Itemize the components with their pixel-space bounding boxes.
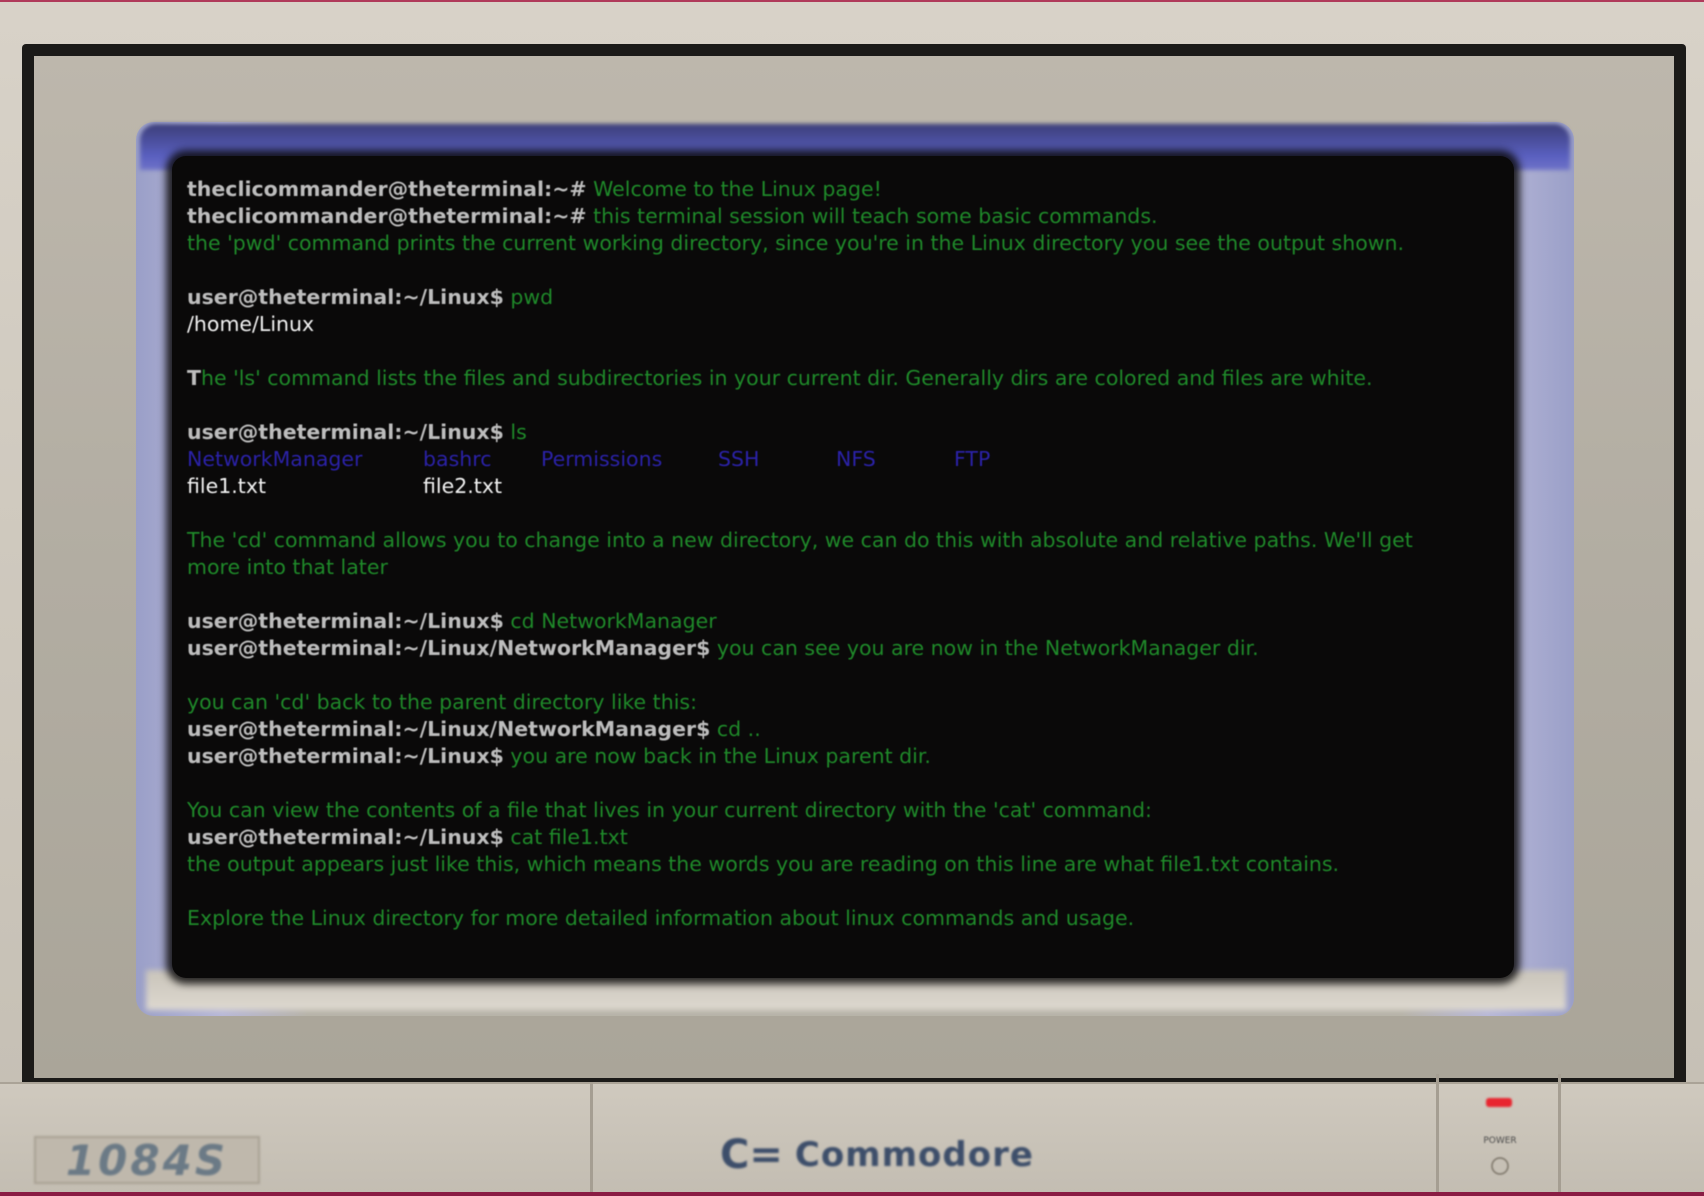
line-text: Welcome to the Linux page!: [586, 177, 882, 201]
shell-prompt: user@theterminal:~/Linux$: [187, 744, 504, 768]
line-text: The 'cd' command allows you to change in…: [187, 528, 1413, 552]
command-output: /home/Linux: [187, 312, 315, 336]
file-entry-file1: file1.txt: [187, 474, 266, 498]
line-text: you can see you are now in the NetworkMa…: [710, 636, 1259, 660]
file-entry-file2: file2.txt: [423, 474, 502, 498]
terminal-line: user@theterminal:~/Linux$ ls: [187, 419, 1507, 446]
power-led-icon: [1486, 1098, 1512, 1107]
highlight-char: T: [187, 366, 201, 390]
line-text: the output appears just like this, which…: [187, 852, 1340, 876]
terminal-line: you can 'cd' back to the parent director…: [187, 689, 1507, 716]
terminal-output: theclicommander@theterminal:~# Welcome t…: [187, 176, 1507, 932]
terminal-line: theclicommander@theterminal:~# Welcome t…: [187, 176, 1507, 203]
terminal-line: theclicommander@theterminal:~# this term…: [187, 203, 1507, 230]
terminal-line: the 'pwd' command prints the current wor…: [187, 230, 1507, 257]
power-button[interactable]: [1491, 1157, 1509, 1175]
commodore-logo-icon: C=: [720, 1132, 783, 1178]
power-panel: POWER: [1440, 1076, 1558, 1188]
terminal-line: more into that later: [187, 554, 1507, 581]
terminal-line: user@theterminal:~/Linux$ cat file1.txt: [187, 824, 1507, 851]
ls-file-row: file1.txt file2.txt: [187, 473, 1507, 500]
base-divider: [1436, 1074, 1439, 1192]
dir-entry-nfs: NFS: [836, 447, 876, 471]
command-text: pwd: [503, 285, 554, 309]
command-text: cat file1.txt: [503, 825, 628, 849]
power-label: POWER: [1483, 1136, 1517, 1146]
command-text: ls: [503, 420, 527, 444]
terminal-screen[interactable]: theclicommander@theterminal:~# Welcome t…: [172, 156, 1514, 978]
terminal-line: user@theterminal:~/Linux$ pwd: [187, 284, 1507, 311]
shell-prompt: theclicommander@theterminal:~#: [187, 177, 587, 201]
terminal-line: user@theterminal:~/Linux/NetworkManager$…: [187, 716, 1507, 743]
brand-name: Commodore: [794, 1135, 1034, 1175]
base-divider: [590, 1082, 593, 1192]
shell-prompt: theclicommander@theterminal:~#: [187, 204, 587, 228]
dir-entry-ssh: SSH: [718, 447, 760, 471]
shell-prompt: user@theterminal:~/Linux/NetworkManager$: [187, 717, 711, 741]
terminal-line: user@theterminal:~/Linux$ cd NetworkMana…: [187, 608, 1507, 635]
brand-logo: C= Commodore: [720, 1130, 1034, 1180]
terminal-line: The 'ls' command lists the files and sub…: [187, 365, 1507, 392]
line-text: more into that later: [187, 555, 388, 579]
ls-dir-row: NetworkManager bashrc Permissions SSH NF…: [187, 446, 1507, 473]
terminal-line: Explore the Linux directory for more det…: [187, 905, 1507, 932]
line-text: Explore the Linux directory for more det…: [187, 906, 1135, 930]
terminal-line: user@theterminal:~/Linux$ you are now ba…: [187, 743, 1507, 770]
terminal-line: the output appears just like this, which…: [187, 851, 1507, 878]
line-text: he 'ls' command lists the files and subd…: [200, 366, 1373, 390]
shell-prompt: user@theterminal:~/Linux/NetworkManager$: [187, 636, 711, 660]
terminal-line: user@theterminal:~/Linux/NetworkManager$…: [187, 635, 1507, 662]
model-badge: 1084S: [34, 1136, 260, 1185]
shell-prompt: user@theterminal:~/Linux$: [187, 609, 504, 633]
line-text: you are now back in the Linux parent dir…: [503, 744, 931, 768]
dir-entry-bashrc: bashrc: [423, 447, 492, 471]
terminal-line: You can view the contents of a file that…: [187, 797, 1507, 824]
line-text: the 'pwd' command prints the current wor…: [187, 231, 1405, 255]
line-text: this terminal session will teach some ba…: [586, 204, 1158, 228]
command-text: cd ..: [710, 717, 761, 741]
terminal-line: The 'cd' command allows you to change in…: [187, 527, 1507, 554]
dir-entry-permissions: Permissions: [541, 447, 663, 471]
dir-entry-networkmanager: NetworkManager: [187, 447, 363, 471]
dir-entry-ftp: FTP: [954, 447, 991, 471]
line-text: you can 'cd' back to the parent director…: [187, 690, 697, 714]
shell-prompt: user@theterminal:~/Linux$: [187, 285, 504, 309]
base-divider: [1558, 1074, 1561, 1192]
bottom-edge-line: [0, 1192, 1704, 1196]
shell-prompt: user@theterminal:~/Linux$: [187, 420, 504, 444]
line-text: You can view the contents of a file that…: [187, 798, 1152, 822]
shell-prompt: user@theterminal:~/Linux$: [187, 825, 504, 849]
command-text: cd NetworkManager: [503, 609, 717, 633]
terminal-line: /home/Linux: [187, 311, 1507, 338]
